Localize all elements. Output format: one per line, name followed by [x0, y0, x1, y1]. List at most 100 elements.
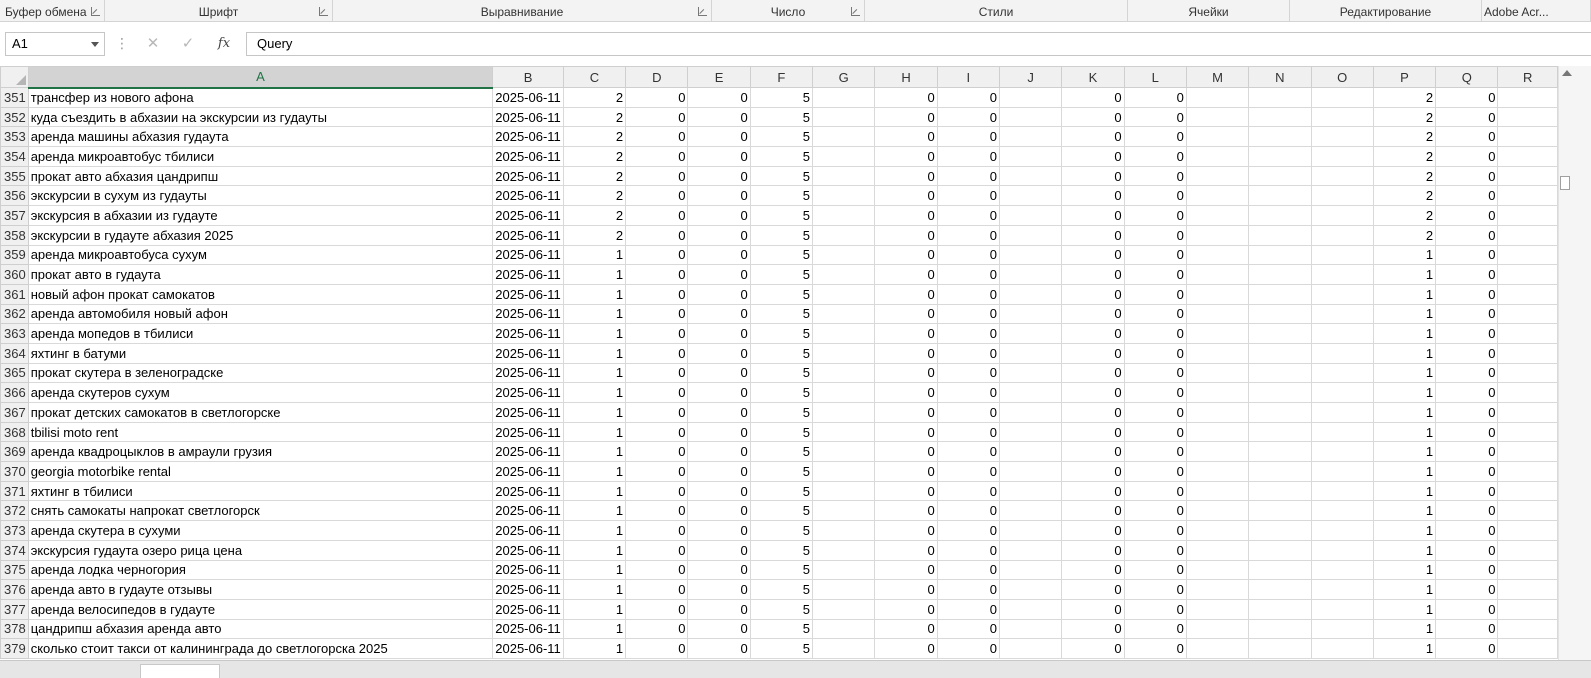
select-all-corner[interactable] — [0, 66, 29, 88]
cell-i[interactable]: 0 — [936, 244, 1000, 266]
cell-r[interactable] — [1497, 146, 1558, 167]
cell-r[interactable] — [1497, 342, 1558, 364]
cell-c[interactable]: 1 — [562, 500, 627, 522]
cell-j[interactable] — [998, 224, 1063, 246]
cell-q[interactable]: 0 — [1435, 480, 1499, 502]
cell-i[interactable]: 0 — [936, 480, 1000, 502]
cell-h[interactable]: 0 — [874, 126, 938, 148]
cell-q[interactable]: 0 — [1435, 382, 1499, 403]
cell-r[interactable] — [1497, 323, 1558, 344]
cell-f[interactable]: 5 — [749, 146, 814, 167]
cell-c[interactable]: 2 — [562, 185, 627, 207]
cell-e[interactable]: 0 — [687, 224, 751, 246]
cell-p[interactable]: 1 — [1372, 500, 1437, 522]
cell-c[interactable]: 1 — [562, 323, 627, 344]
cell-q[interactable]: 0 — [1435, 441, 1499, 463]
cell-k[interactable]: 0 — [1061, 500, 1125, 522]
cell-m[interactable] — [1185, 539, 1250, 561]
cell-g[interactable] — [812, 126, 876, 148]
cell-j[interactable] — [998, 598, 1063, 620]
cell-k[interactable]: 0 — [1061, 579, 1125, 600]
cell-h[interactable]: 0 — [874, 520, 938, 541]
cell-l[interactable]: 0 — [1123, 323, 1187, 344]
row-header[interactable]: 377 — [0, 598, 29, 620]
cell-m[interactable] — [1185, 126, 1250, 148]
cell-p[interactable]: 1 — [1372, 283, 1437, 305]
cell-l[interactable]: 0 — [1123, 165, 1187, 187]
cell-o[interactable] — [1310, 579, 1374, 600]
cell-q[interactable]: 0 — [1435, 244, 1499, 266]
cell-f[interactable]: 5 — [749, 87, 814, 108]
cell-h[interactable]: 0 — [874, 638, 938, 659]
cell-m[interactable] — [1185, 342, 1250, 364]
cell-b[interactable]: 2025-06-11 — [492, 559, 564, 581]
cell-l[interactable]: 0 — [1123, 126, 1187, 148]
cell-o[interactable] — [1310, 205, 1374, 226]
cell-q[interactable]: 0 — [1435, 106, 1499, 128]
cell-g[interactable] — [812, 205, 876, 226]
cell-n[interactable] — [1248, 382, 1312, 403]
cell-d[interactable]: 0 — [625, 205, 689, 226]
insert-function-icon[interactable]: fx — [213, 34, 235, 54]
cell-g[interactable] — [812, 559, 876, 581]
row-header[interactable]: 379 — [0, 638, 29, 659]
cell-i[interactable]: 0 — [936, 441, 1000, 463]
cell-b[interactable]: 2025-06-11 — [492, 283, 564, 305]
cell-l[interactable]: 0 — [1123, 598, 1187, 620]
cell-k[interactable]: 0 — [1061, 205, 1125, 226]
cell-b[interactable]: 2025-06-11 — [492, 303, 564, 325]
cell-a[interactable]: аренда скутеров сухум — [27, 382, 494, 403]
cell-j[interactable] — [998, 520, 1063, 541]
cell-d[interactable]: 0 — [625, 165, 689, 187]
cell-r[interactable] — [1497, 539, 1558, 561]
row-header[interactable]: 358 — [0, 224, 29, 246]
cell-j[interactable] — [998, 441, 1063, 463]
cell-e[interactable]: 0 — [687, 106, 751, 128]
cell-k[interactable]: 0 — [1061, 461, 1125, 482]
cell-j[interactable] — [998, 559, 1063, 581]
formula-bar-grip-icon[interactable]: ⋮ — [115, 36, 129, 50]
cell-d[interactable]: 0 — [625, 539, 689, 561]
cell-l[interactable]: 0 — [1123, 224, 1187, 246]
cell-n[interactable] — [1248, 441, 1312, 463]
cell-g[interactable] — [812, 165, 876, 187]
cell-a[interactable]: цандрипш абхазия аренда авто — [27, 618, 494, 640]
cell-a[interactable]: аренда велосипедов в гудауте — [27, 598, 494, 620]
cell-g[interactable] — [812, 618, 876, 640]
row-header[interactable]: 353 — [0, 126, 29, 148]
cell-o[interactable] — [1310, 224, 1374, 246]
cell-n[interactable] — [1248, 106, 1312, 128]
cell-k[interactable]: 0 — [1061, 382, 1125, 403]
cell-e[interactable]: 0 — [687, 618, 751, 640]
cell-d[interactable]: 0 — [625, 500, 689, 522]
cell-o[interactable] — [1310, 520, 1374, 541]
cell-c[interactable]: 1 — [562, 618, 627, 640]
cell-a[interactable]: аренда авто в гудауте отзывы — [27, 579, 494, 600]
cell-g[interactable] — [812, 342, 876, 364]
cell-p[interactable]: 1 — [1372, 559, 1437, 581]
cell-l[interactable]: 0 — [1123, 520, 1187, 541]
cell-q[interactable]: 0 — [1435, 579, 1499, 600]
cell-n[interactable] — [1248, 185, 1312, 207]
cell-j[interactable] — [998, 500, 1063, 522]
cell-c[interactable]: 1 — [562, 264, 627, 285]
name-box[interactable]: A1 — [5, 32, 105, 56]
cell-p[interactable]: 1 — [1372, 421, 1437, 443]
cell-k[interactable]: 0 — [1061, 87, 1125, 108]
cell-h[interactable]: 0 — [874, 441, 938, 463]
cell-b[interactable]: 2025-06-11 — [492, 342, 564, 364]
cell-p[interactable]: 2 — [1372, 224, 1437, 246]
cell-b[interactable]: 2025-06-11 — [492, 480, 564, 502]
column-header-b[interactable]: B — [492, 66, 564, 88]
cell-d[interactable]: 0 — [625, 106, 689, 128]
cell-m[interactable] — [1185, 520, 1250, 541]
cell-d[interactable]: 0 — [625, 283, 689, 305]
cell-o[interactable] — [1310, 539, 1374, 561]
column-header-o[interactable]: O — [1310, 66, 1374, 88]
cell-m[interactable] — [1185, 421, 1250, 443]
cell-d[interactable]: 0 — [625, 146, 689, 167]
cell-n[interactable] — [1248, 283, 1312, 305]
cell-n[interactable] — [1248, 165, 1312, 187]
cell-n[interactable] — [1248, 559, 1312, 581]
formula-input[interactable]: Query — [246, 32, 1591, 56]
